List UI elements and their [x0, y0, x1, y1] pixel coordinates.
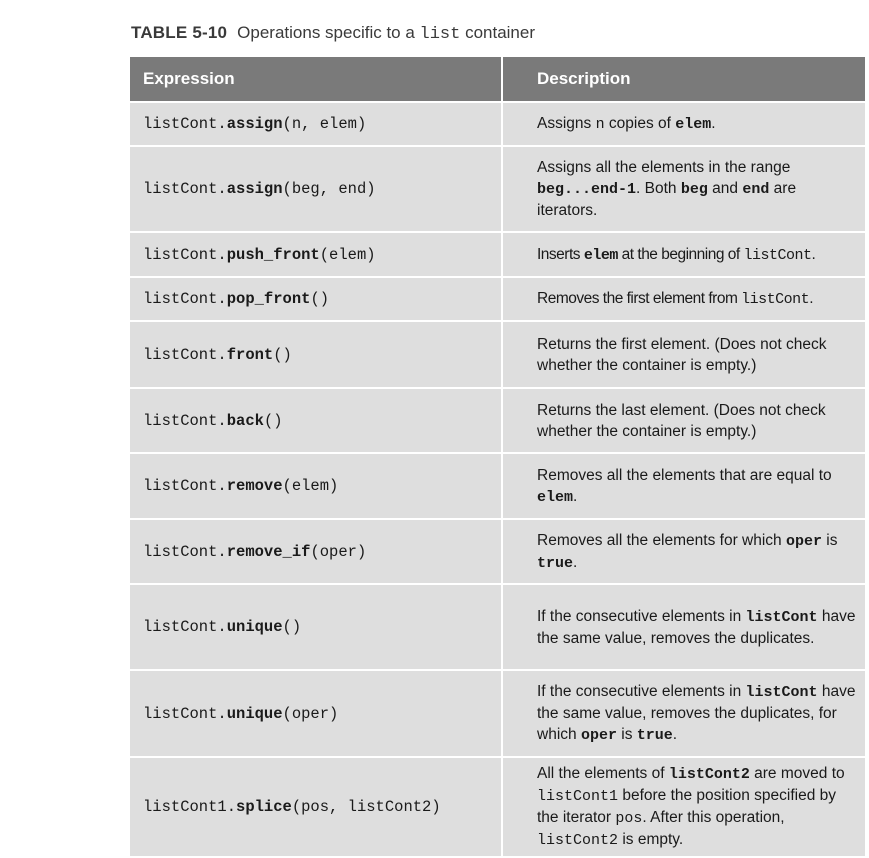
table-row: listCont.assign(n, elem) Assigns n copie… [130, 102, 865, 147]
expression-cell: listCont.front() [130, 321, 503, 389]
description-cell: All the elements of listCont2 are moved … [502, 757, 865, 858]
table-row: listCont.unique() If the consecutive ele… [130, 584, 865, 671]
expression-cell: listCont.push_front(elem) [130, 232, 503, 278]
header-row: Expression Description [130, 57, 865, 103]
header-description: Description [502, 57, 865, 103]
table-row: listCont.unique(oper) If the consecutive… [130, 670, 865, 758]
description-cell: If the consecutive elements in listCont … [502, 584, 865, 671]
table-row: listCont1.splice(pos, listCont2) All the… [130, 757, 865, 858]
table-row: listCont.pop_front() Removes the first e… [130, 277, 865, 322]
table-number: TABLE 5-10 [131, 23, 228, 42]
table-row: listCont.front() Returns the first eleme… [130, 321, 865, 389]
expression-cell: listCont.pop_front() [130, 277, 503, 322]
description-cell: Inserts elem at the beginning of listCon… [502, 232, 865, 278]
table-row: listCont.push_front(elem) Inserts elem a… [130, 232, 865, 278]
description-cell: Returns the first element. (Does not che… [502, 321, 865, 389]
expression-cell: listCont.assign(beg, end) [130, 146, 503, 233]
expression-cell: listCont1.splice(pos, listCont2) [130, 757, 503, 858]
table-row: listCont.remove_if(oper) Removes all the… [130, 519, 865, 585]
description-cell: If the consecutive elements in listCont … [502, 670, 865, 758]
table-row: listCont.assign(beg, end) Assigns all th… [130, 146, 865, 233]
header-expression: Expression [130, 57, 503, 103]
description-cell: Assigns all the elements in the range be… [502, 146, 865, 233]
caption-text-end: container [460, 23, 536, 42]
expression-cell: listCont.back() [130, 388, 503, 454]
description-cell: Removes all the elements for which oper … [502, 519, 865, 585]
expression-cell: listCont.unique() [130, 584, 503, 671]
table-row: listCont.back() Returns the last element… [130, 388, 865, 454]
table-caption: TABLE 5-10 Operations specific to a list … [131, 23, 535, 44]
caption-text: Operations specific to a [237, 23, 420, 42]
description-cell: Assigns n copies of elem. [502, 102, 865, 147]
expression-cell: listCont.assign(n, elem) [130, 102, 503, 147]
expression-cell: listCont.unique(oper) [130, 670, 503, 758]
caption-code: list [419, 25, 461, 44]
description-cell: Removes all the elements that are equal … [502, 453, 865, 520]
expression-cell: listCont.remove(elem) [130, 453, 503, 520]
expression-cell: listCont.remove_if(oper) [130, 519, 503, 585]
description-cell: Returns the last element. (Does not chec… [502, 388, 865, 454]
table-row: listCont.remove(elem) Removes all the el… [130, 453, 865, 520]
description-cell: Removes the first element from listCont. [502, 277, 865, 322]
operations-table: Expression Description listCont.assign(n… [130, 57, 865, 858]
